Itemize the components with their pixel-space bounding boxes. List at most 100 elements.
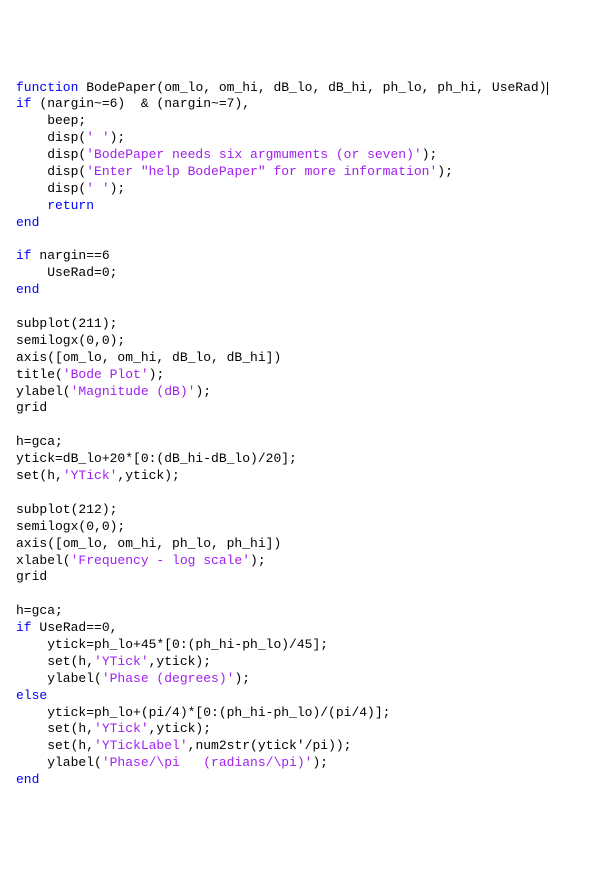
code-token: ytick=dB_lo+20*[0:(dB_hi-dB_lo)/20];	[16, 451, 297, 466]
code-token: title(	[16, 367, 63, 382]
code-line[interactable]: ytick=dB_lo+20*[0:(dB_hi-dB_lo)/20];	[16, 451, 579, 468]
code-line[interactable]: semilogx(0,0);	[16, 519, 579, 536]
code-line[interactable]: set(h,'YTick',ytick);	[16, 468, 579, 485]
code-token: );	[312, 755, 328, 770]
code-token-str: 'YTick'	[63, 468, 118, 483]
code-line[interactable]: end	[16, 772, 579, 789]
code-line[interactable]: end	[16, 282, 579, 299]
code-token: subplot(211);	[16, 316, 117, 331]
code-token: h=gca;	[16, 434, 63, 449]
code-line[interactable]: end	[16, 215, 579, 232]
code-line[interactable]: ylabel('Magnitude (dB)');	[16, 384, 579, 401]
code-token: );	[149, 367, 165, 382]
code-token: (nargin~=6) & (nargin~=7),	[32, 96, 250, 111]
code-token: axis([om_lo, om_hi, ph_lo, ph_hi])	[16, 536, 281, 551]
code-token: );	[250, 553, 266, 568]
code-line[interactable]: disp(' ');	[16, 130, 579, 147]
code-token: set(h,	[16, 721, 94, 736]
code-line[interactable]	[16, 232, 579, 249]
code-token-str: 'Enter "help BodePaper" for more informa…	[86, 164, 437, 179]
code-token-kw: return	[47, 198, 94, 213]
code-line[interactable]: ylabel('Phase (degrees)');	[16, 671, 579, 688]
code-token: disp(	[16, 164, 86, 179]
code-token: ,num2str(ytick'/pi));	[188, 738, 352, 753]
code-line[interactable]: else	[16, 688, 579, 705]
code-token-kw: if	[16, 96, 32, 111]
code-line[interactable]: beep;	[16, 113, 579, 130]
code-token: xlabel(	[16, 553, 71, 568]
code-line[interactable]: axis([om_lo, om_hi, ph_lo, ph_hi])	[16, 536, 579, 553]
code-line[interactable]: ytick=ph_lo+45*[0:(ph_hi-ph_lo)/45];	[16, 637, 579, 654]
code-token-str: 'BodePaper needs six argmuments (or seve…	[86, 147, 421, 162]
code-line[interactable]	[16, 485, 579, 502]
code-line[interactable]: set(h,'YTick',ytick);	[16, 654, 579, 671]
code-token-kw: function	[16, 80, 78, 95]
code-line[interactable]: set(h,'YTickLabel',num2str(ytick'/pi));	[16, 738, 579, 755]
code-token-str: 'Frequency - log scale'	[71, 553, 250, 568]
code-token	[16, 198, 47, 213]
code-line[interactable]: h=gca;	[16, 434, 579, 451]
code-line[interactable]	[16, 299, 579, 316]
code-token: BodePaper(om_lo, om_hi, dB_lo, dB_hi, ph…	[78, 80, 546, 95]
code-token-kw: end	[16, 282, 39, 297]
code-token-str: 'YTickLabel'	[94, 738, 188, 753]
code-token: set(h,	[16, 468, 63, 483]
code-token: UseRad==0,	[32, 620, 118, 635]
code-line[interactable]: axis([om_lo, om_hi, dB_lo, dB_hi])	[16, 350, 579, 367]
code-token-str: 'Bode Plot'	[63, 367, 149, 382]
code-line[interactable]: UseRad=0;	[16, 265, 579, 282]
code-token-str: 'YTick'	[94, 721, 149, 736]
code-line[interactable]: title('Bode Plot');	[16, 367, 579, 384]
code-line[interactable]: disp('BodePaper needs six argmuments (or…	[16, 147, 579, 164]
text-cursor	[547, 82, 548, 95]
code-token: set(h,	[16, 654, 94, 669]
code-token: );	[437, 164, 453, 179]
code-token-str: 'Magnitude (dB)'	[71, 384, 196, 399]
code-line[interactable]: grid	[16, 569, 579, 586]
code-token: ,ytick);	[149, 654, 211, 669]
code-token: ytick=ph_lo+(pi/4)*[0:(ph_hi-ph_lo)/(pi/…	[16, 705, 390, 720]
code-token: );	[195, 384, 211, 399]
code-line[interactable]: if UseRad==0,	[16, 620, 579, 637]
code-token: beep;	[16, 113, 86, 128]
code-line[interactable]: grid	[16, 400, 579, 417]
code-token: semilogx(0,0);	[16, 519, 125, 534]
code-token-str: 'YTick'	[94, 654, 149, 669]
code-line[interactable]: disp('Enter "help BodePaper" for more in…	[16, 164, 579, 181]
code-line[interactable]: subplot(212);	[16, 502, 579, 519]
code-token: UseRad=0;	[16, 265, 117, 280]
code-line[interactable]: disp(' ');	[16, 181, 579, 198]
code-line[interactable]: h=gca;	[16, 603, 579, 620]
code-line[interactable]: function BodePaper(om_lo, om_hi, dB_lo, …	[16, 80, 579, 97]
code-line[interactable]: semilogx(0,0);	[16, 333, 579, 350]
code-token: grid	[16, 569, 47, 584]
code-token-kw: end	[16, 772, 39, 787]
code-token-str: ' '	[86, 130, 109, 145]
code-token-kw: if	[16, 620, 32, 635]
code-token: ,ytick);	[149, 721, 211, 736]
code-token: axis([om_lo, om_hi, dB_lo, dB_hi])	[16, 350, 281, 365]
code-token: ylabel(	[16, 384, 71, 399]
code-line[interactable]: if nargin==6	[16, 248, 579, 265]
code-line[interactable]: subplot(211);	[16, 316, 579, 333]
code-line[interactable]	[16, 586, 579, 603]
code-line[interactable]	[16, 417, 579, 434]
code-token: semilogx(0,0);	[16, 333, 125, 348]
code-token-kw: else	[16, 688, 47, 703]
code-line[interactable]: xlabel('Frequency - log scale');	[16, 553, 579, 570]
code-token: grid	[16, 400, 47, 415]
code-line[interactable]: ytick=ph_lo+(pi/4)*[0:(ph_hi-ph_lo)/(pi/…	[16, 705, 579, 722]
code-token: set(h,	[16, 738, 94, 753]
code-token-str: ' '	[86, 181, 109, 196]
code-line[interactable]: return	[16, 198, 579, 215]
code-token: ytick=ph_lo+45*[0:(ph_hi-ph_lo)/45];	[16, 637, 328, 652]
code-line[interactable]: set(h,'YTick',ytick);	[16, 721, 579, 738]
code-token: disp(	[16, 130, 86, 145]
code-token: );	[110, 130, 126, 145]
code-token-kw: if	[16, 248, 32, 263]
code-token-kw: end	[16, 215, 39, 230]
code-line[interactable]: if (nargin~=6) & (nargin~=7),	[16, 96, 579, 113]
code-editor[interactable]: function BodePaper(om_lo, om_hi, dB_lo, …	[16, 80, 579, 789]
code-line[interactable]: ylabel('Phase/\pi (radians/\pi)');	[16, 755, 579, 772]
code-token: subplot(212);	[16, 502, 117, 517]
